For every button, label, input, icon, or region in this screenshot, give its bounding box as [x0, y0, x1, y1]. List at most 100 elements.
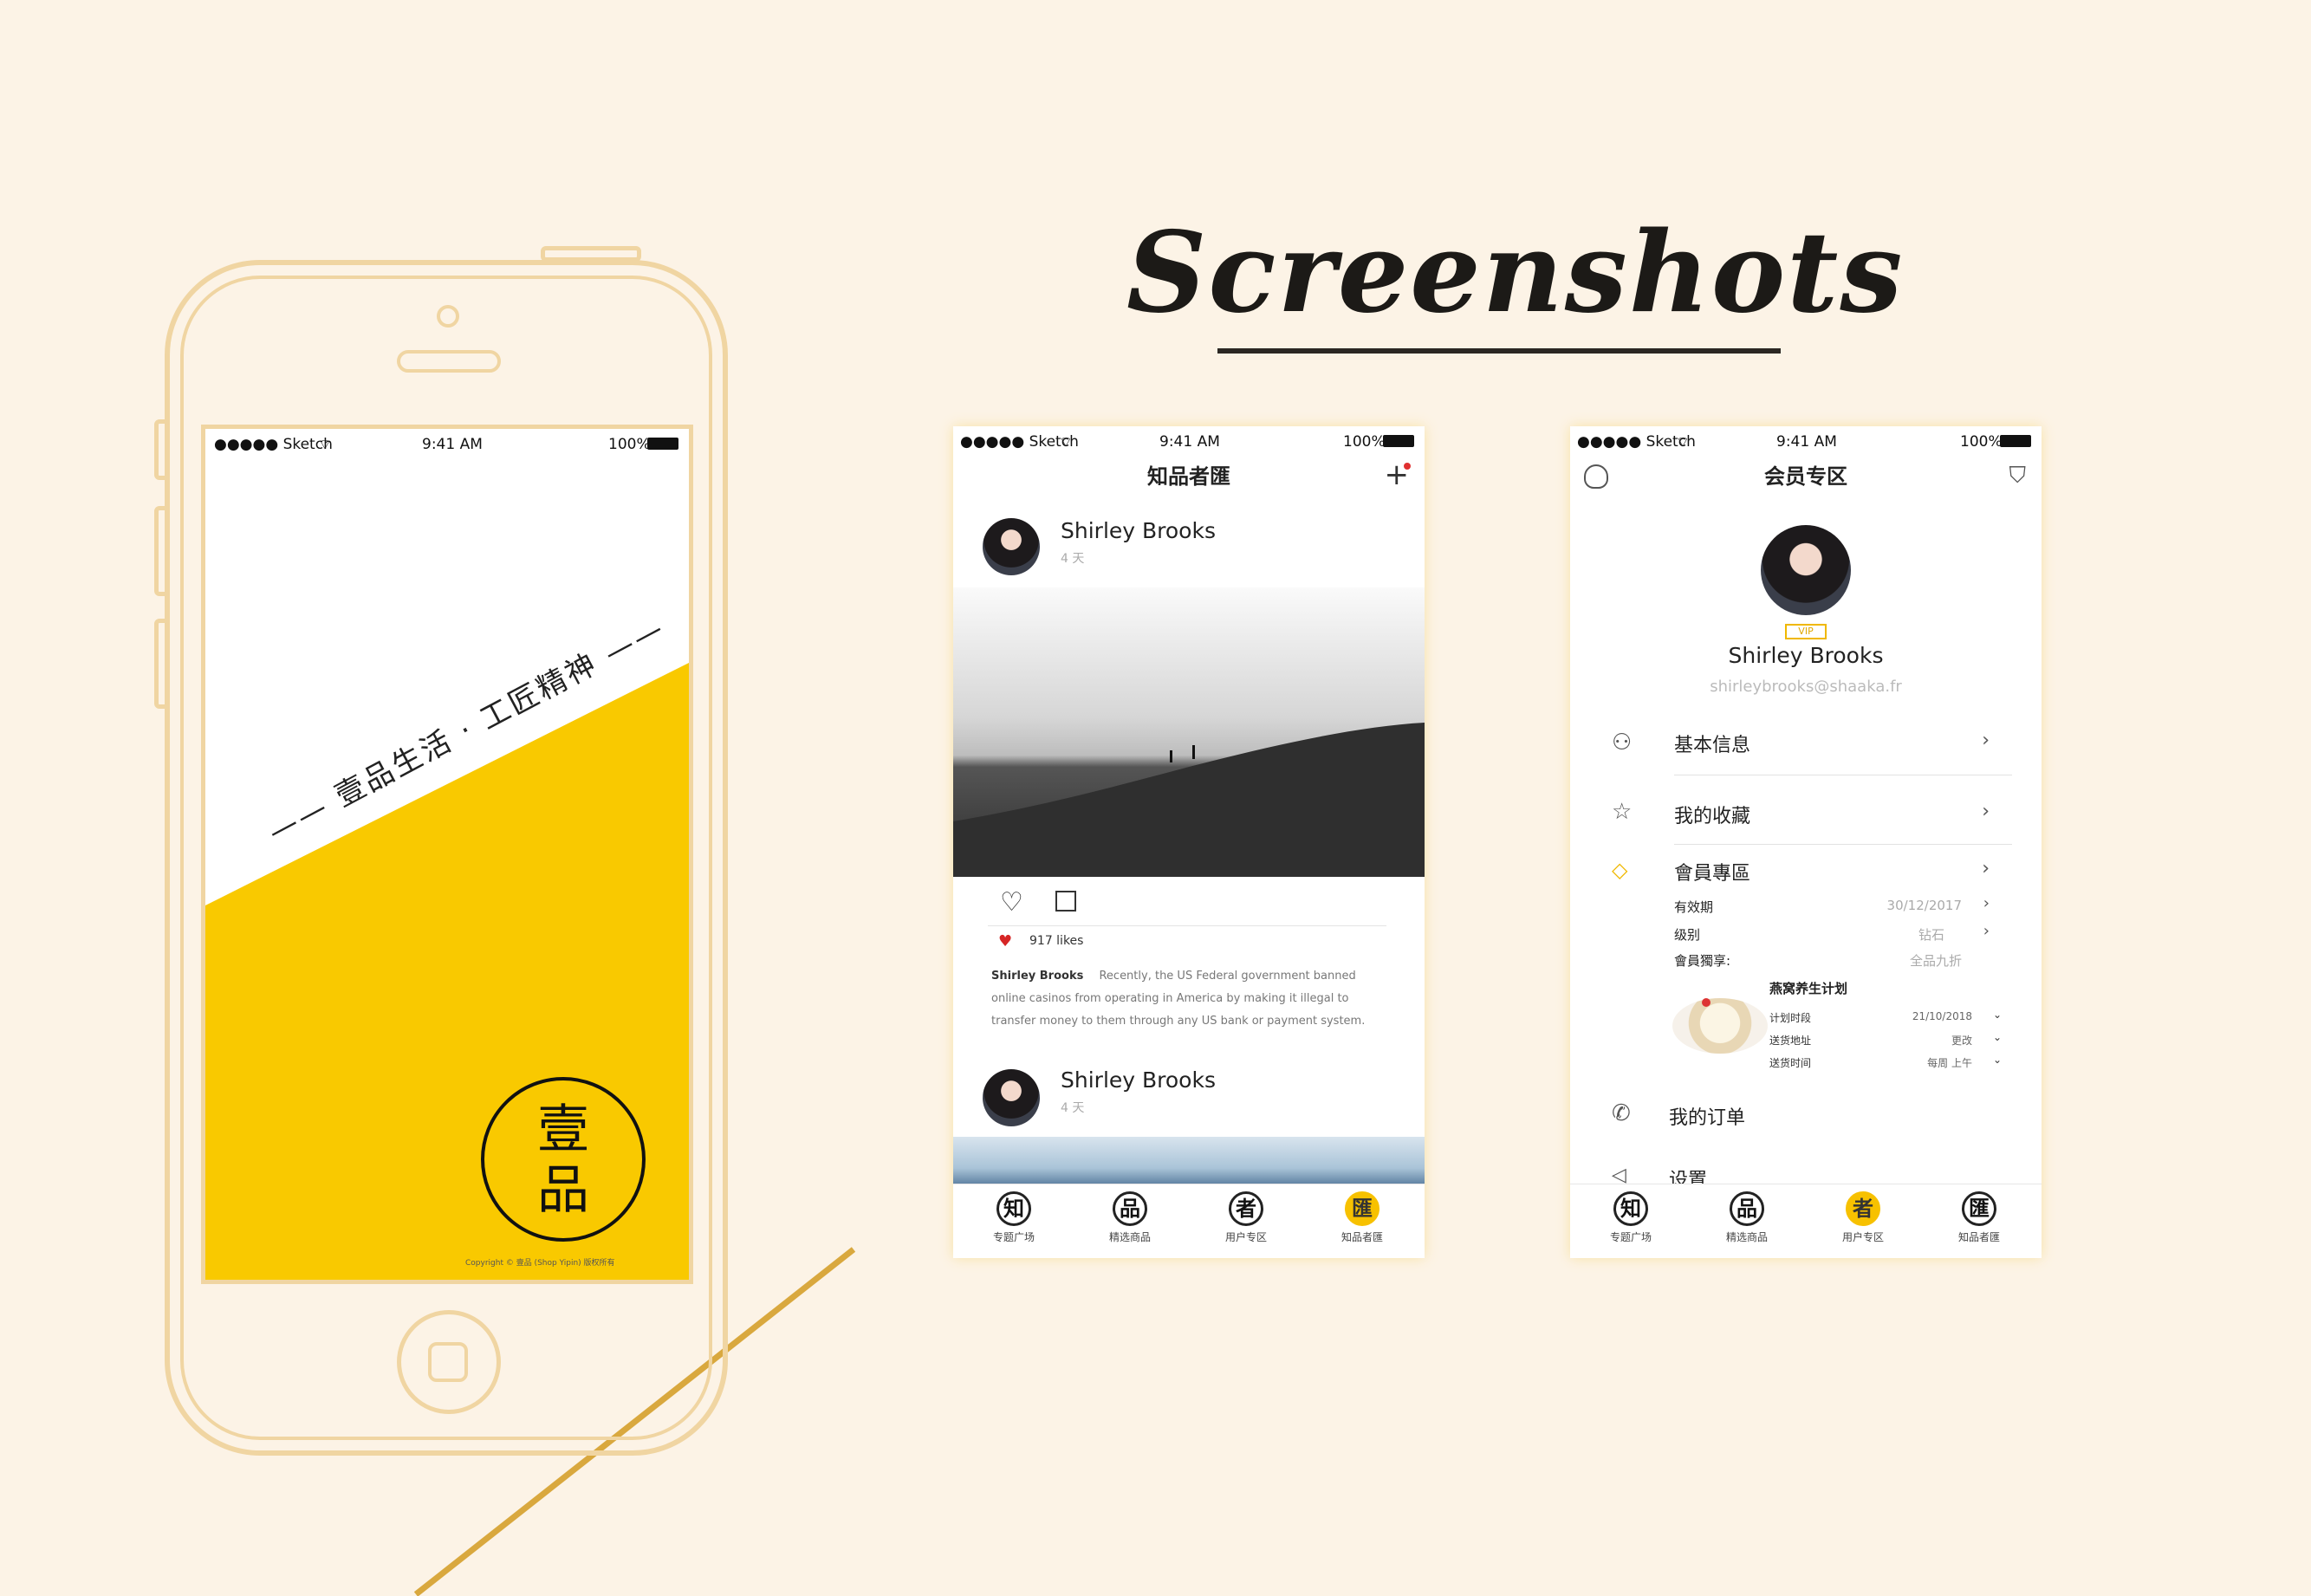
brand-glyph-bottom: 品: [537, 1160, 589, 1221]
plan-value: 每周 上午: [1927, 1057, 1972, 1069]
status-bar: ●●●●● Sketch ⌔ 9:41 AM 100%: [1570, 426, 2042, 456]
cart-icon[interactable]: ⛉: [2009, 463, 2026, 490]
like-heart-icon: ♥: [998, 932, 1013, 950]
chevron-down-icon[interactable]: ⌄: [1993, 1009, 2002, 1021]
feed-screen: ●●●●● Sketch ⌔ 9:41 AM 100% 知品者匯 + Shirl…: [953, 426, 1425, 1258]
tab-products[interactable]: 品精选商品: [1712, 1191, 1782, 1244]
menu-item-orders[interactable]: ✆ 我的订单: [1570, 1100, 2042, 1145]
status-time: 9:41 AM: [1159, 433, 1220, 451]
wifi-icon: ⌔: [1059, 434, 1073, 451]
post-caption: Shirley Brooks Recently, the US Federal …: [991, 965, 1390, 1033]
menu-item-basic-info[interactable]: ⚇ 基本信息 ›: [1570, 730, 2042, 782]
tab-icon: 品: [1730, 1191, 1764, 1226]
post-photo[interactable]: [953, 587, 1425, 877]
post-time: 4 天: [1061, 1101, 1085, 1115]
caption-author: Shirley Brooks: [991, 970, 1084, 983]
plan-label: 送货地址: [1769, 1035, 1812, 1047]
chevron-right-icon[interactable]: ›: [1983, 894, 1990, 912]
product-garnish: [1702, 998, 1711, 1007]
status-carrier: ●●●●● Sketch: [214, 436, 333, 453]
brand-glyph-top: 壹: [537, 1100, 589, 1160]
chevron-right-icon: ›: [1982, 858, 1990, 879]
share-icon[interactable]: [1055, 891, 1076, 912]
post-author[interactable]: Shirley Brooks: [1061, 518, 1216, 543]
nav-bar: 知品者匯 +: [953, 456, 1425, 499]
product-image[interactable]: [1672, 998, 1768, 1054]
home-square-icon: [428, 1342, 468, 1382]
tab-users[interactable]: 者用户专区: [1211, 1191, 1281, 1244]
profile-email: shirleybrooks@shaaka.fr: [1710, 678, 1902, 696]
nav-bar: 会员专区 ⛉: [1570, 456, 2042, 499]
post-author[interactable]: Shirley Brooks: [1061, 1067, 1216, 1093]
tab-bar: 知专题广场 品精选商品 者用户专区 匯知品者匯: [1570, 1184, 2042, 1258]
status-bar: ●●●●● Sketch ⌔ 9:41 AM 100%: [205, 429, 689, 458]
tab-label: 用户专区: [1224, 1231, 1267, 1243]
star-icon: ☆: [1612, 799, 1633, 825]
wifi-icon: ⌔: [318, 437, 332, 454]
phone-camera: [437, 305, 459, 328]
chevron-right-icon[interactable]: ›: [1983, 922, 1990, 940]
tab-bar: 知专题广场 品精选商品 者用户专区 匯知品者匯: [953, 1184, 1425, 1258]
profile-avatar[interactable]: [1761, 525, 1851, 615]
page-title: Screenshots: [1126, 208, 1905, 338]
plan-label: 送货时间: [1769, 1057, 1812, 1069]
brand-logo: 壹 品: [481, 1077, 646, 1242]
phone-icon: ✆: [1612, 1100, 1631, 1126]
member-screen: ●●●●● Sketch ⌔ 9:41 AM 100% 会员专区 ⛉ VIP S…: [1570, 426, 2042, 1258]
divider: [988, 925, 1386, 926]
chevron-down-icon[interactable]: ⌄: [1993, 1031, 2002, 1043]
menu-label: 我的订单: [1669, 1107, 1746, 1129]
tab-icon: 者: [1229, 1191, 1263, 1226]
tab-users[interactable]: 者用户专区: [1828, 1191, 1898, 1244]
menu-item-member-zone[interactable]: ◇ 會員專區 ›: [1570, 858, 2042, 892]
tab-icon: 知: [996, 1191, 1031, 1226]
diamond-icon: ◇: [1612, 858, 1628, 882]
customer-service-icon[interactable]: [1584, 464, 1608, 489]
phone-mute-switch: [154, 419, 170, 480]
detail-value: 全品九折: [1909, 953, 1962, 969]
tab-icon: 匯: [1345, 1191, 1379, 1226]
tab-icon: 匯: [1962, 1191, 1996, 1226]
chevron-right-icon: ›: [1982, 801, 1990, 822]
plan-title: 燕窝养生计划: [1769, 981, 1848, 996]
notification-dot: [1404, 463, 1411, 470]
battery-icon: [2000, 435, 2031, 447]
tab-community[interactable]: 匯知品者匯: [1944, 1191, 2014, 1244]
plan-value: 21/10/2018: [1912, 1010, 1972, 1022]
likes-count: 917 likes: [1029, 934, 1084, 948]
status-battery: 100%: [1960, 433, 2003, 451]
tab-community[interactable]: 匯知品者匯: [1328, 1191, 1397, 1244]
heart-icon[interactable]: ♡: [1000, 887, 1023, 918]
tab-icon: 者: [1846, 1191, 1880, 1226]
tab-label: 专题广场: [992, 1231, 1035, 1243]
wifi-icon: ⌔: [1676, 434, 1690, 451]
chevron-right-icon: ›: [1982, 730, 1990, 751]
title-underline: [1217, 348, 1781, 354]
avatar[interactable]: [983, 518, 1040, 575]
status-time: 9:41 AM: [422, 436, 483, 453]
chevron-down-icon[interactable]: ⌄: [1993, 1054, 2002, 1066]
status-battery: 100%: [1343, 433, 1386, 451]
phone-power-button: [541, 246, 641, 262]
status-bar: ●●●●● Sketch ⌔ 9:41 AM 100%: [953, 426, 1425, 456]
detail-label: 會員獨享:: [1674, 953, 1731, 969]
user-icon: ⚇: [1612, 730, 1633, 756]
detail-label: 级别: [1674, 927, 1701, 943]
tab-topics[interactable]: 知专题广场: [1596, 1191, 1665, 1244]
status-battery: 100%: [608, 436, 651, 453]
plan-value: 更改: [1951, 1035, 1972, 1047]
status-time: 9:41 AM: [1776, 433, 1837, 451]
copyright-text: Copyright © 壹品 (Shop Yipin) 版权所有: [465, 1259, 615, 1268]
tab-label: 精选商品: [1108, 1231, 1151, 1243]
vip-badge: VIP: [1785, 624, 1827, 639]
post-time: 4 天: [1061, 552, 1085, 566]
nav-title: 知品者匯: [1147, 464, 1230, 489]
avatar[interactable]: [983, 1069, 1040, 1126]
menu-item-favorites[interactable]: ☆ 我的收藏 ›: [1570, 799, 2042, 853]
tab-label: 精选商品: [1725, 1231, 1768, 1243]
post-photo[interactable]: [953, 1137, 1425, 1189]
tab-topics[interactable]: 知专题广场: [979, 1191, 1048, 1244]
splash-screen: ●●●●● Sketch ⌔ 9:41 AM 100% —— 壹品生活 · 工匠…: [201, 425, 693, 1284]
tab-products[interactable]: 品精选商品: [1095, 1191, 1165, 1244]
phone-speaker: [397, 350, 501, 373]
